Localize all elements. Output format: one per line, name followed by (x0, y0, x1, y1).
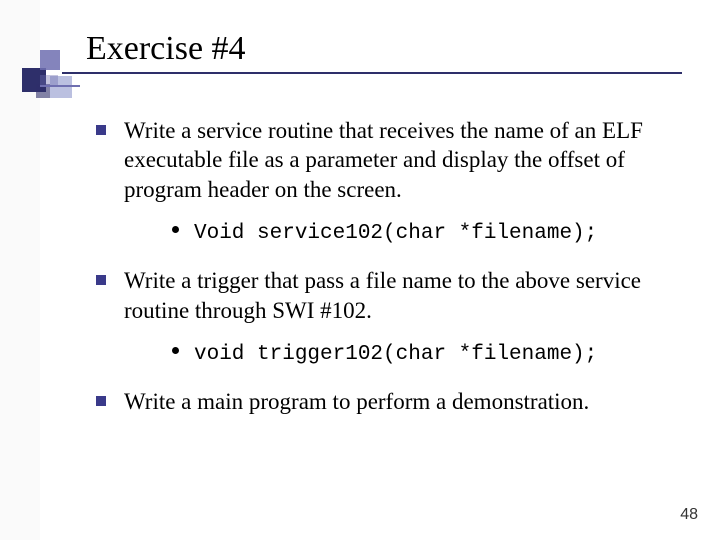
list-subitem: void trigger102(char *filename); (124, 339, 670, 369)
code-snippet: void trigger102(char *filename); (194, 343, 597, 366)
slide: Exercise #4 Write a service routine that… (0, 0, 720, 540)
list-item: Write a trigger that pass a file name to… (90, 266, 670, 369)
list-item: Write a service routine that receives th… (90, 116, 670, 248)
list-item-text: Write a service routine that receives th… (124, 118, 643, 202)
list-subitem: Void service102(char *filename); (124, 218, 670, 248)
content-area: Write a service routine that receives th… (90, 116, 670, 434)
list-item: Write a main program to perform a demons… (90, 387, 670, 416)
square-bullet-icon (96, 125, 106, 135)
code-snippet: Void service102(char *filename); (194, 222, 597, 245)
list-item-text: Write a trigger that pass a file name to… (124, 268, 641, 322)
square-bullet-icon (96, 275, 106, 285)
slide-title: Exercise #4 (86, 30, 246, 68)
title-wrap: Exercise #4 (86, 30, 246, 68)
dot-bullet-icon (172, 226, 179, 233)
page-number: 48 (680, 506, 698, 524)
square-bullet-icon (96, 396, 106, 406)
title-accent-block (40, 75, 58, 85)
title-underline (62, 72, 682, 74)
dot-bullet-icon (172, 347, 179, 354)
title-accent-line (40, 85, 80, 87)
list-item-text: Write a main program to perform a demons… (124, 389, 589, 414)
